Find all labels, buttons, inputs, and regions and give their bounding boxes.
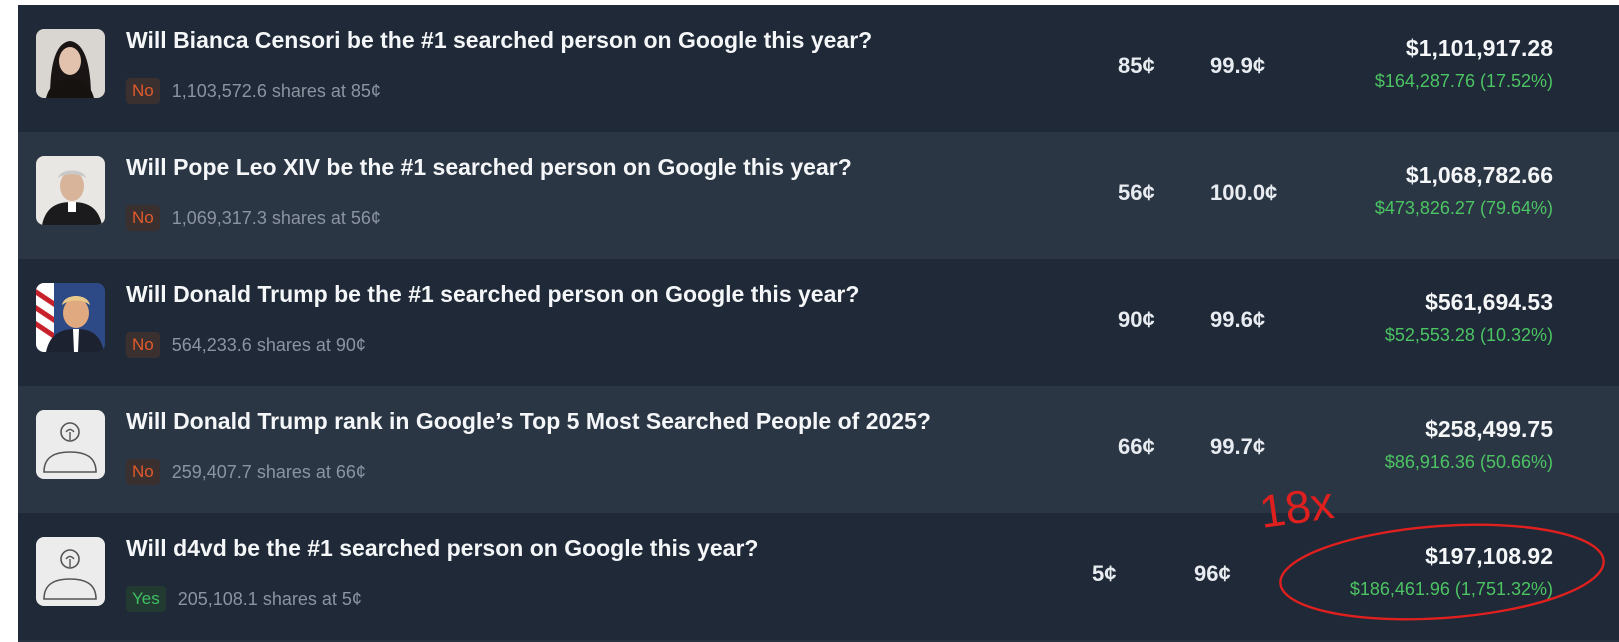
avg-price: 56¢	[1118, 180, 1155, 205]
avg-price: 90¢	[1118, 307, 1155, 332]
position-value: $1,068,782.66	[1405, 162, 1553, 188]
shares-text: 1,103,572.6 shares at 85¢	[171, 80, 381, 101]
avg-price: 85¢	[1118, 53, 1155, 78]
outcome-badge: No	[126, 205, 160, 231]
outcome-badge: No	[126, 332, 160, 358]
position-details: No 1,103,572.6 shares at 85¢	[126, 77, 381, 105]
current-price: 100.0¢	[1210, 180, 1278, 205]
shares-text: 564,233.6 shares at 90¢	[171, 334, 366, 355]
position-row[interactable]: Will d4vd be the #1 searched person on G…	[18, 513, 1619, 640]
position-row[interactable]: Will Pope Leo XIV be the #1 searched per…	[18, 132, 1619, 259]
position-row[interactable]: Will Bianca Censori be the #1 searched p…	[18, 5, 1619, 132]
bianca-censori-photo-icon	[36, 29, 105, 98]
placeholder-person-icon	[36, 537, 105, 606]
avg-price: 5¢	[1092, 561, 1117, 586]
position-value: $258,499.75	[1425, 416, 1553, 442]
position-row[interactable]: Will Donald Trump be the #1 searched per…	[18, 259, 1619, 386]
shares-text: 259,407.7 shares at 66¢	[171, 461, 366, 482]
positions-panel: Will Bianca Censori be the #1 searched p…	[18, 5, 1619, 642]
shares-text: 205,108.1 shares at 5¢	[177, 588, 362, 609]
current-price: 99.9¢	[1210, 53, 1266, 78]
current-price: 96¢	[1194, 561, 1231, 586]
current-price: 99.6¢	[1210, 307, 1266, 332]
current-price: 99.7¢	[1210, 434, 1266, 459]
position-details: No 564,233.6 shares at 90¢	[126, 331, 366, 359]
pope-leo-photo-icon	[36, 156, 105, 225]
position-details: Yes 205,108.1 shares at 5¢	[126, 585, 362, 613]
profit-loss: $186,461.96 (1,751.32%)	[1349, 579, 1553, 599]
position-value: $561,694.53	[1425, 289, 1553, 315]
donald-trump-photo-icon	[36, 283, 105, 352]
outcome-badge: No	[126, 459, 160, 485]
outcome-badge: No	[126, 78, 160, 104]
market-title[interactable]: Will Donald Trump rank in Google’s Top 5…	[126, 408, 931, 435]
market-title[interactable]: Will Pope Leo XIV be the #1 searched per…	[126, 154, 852, 181]
outcome-badge: Yes	[126, 586, 166, 612]
avg-price: 66¢	[1118, 434, 1155, 459]
shares-text: 1,069,317.3 shares at 56¢	[171, 207, 381, 228]
placeholder-person-icon	[36, 410, 105, 479]
market-title[interactable]: Will d4vd be the #1 searched person on G…	[126, 535, 758, 562]
position-value: $1,101,917.28	[1405, 35, 1553, 61]
position-row[interactable]: Will Donald Trump rank in Google’s Top 5…	[18, 386, 1619, 513]
position-details: No 1,069,317.3 shares at 56¢	[126, 204, 381, 232]
profit-loss: $164,287.76 (17.52%)	[1374, 71, 1553, 91]
profit-loss: $52,553.28 (10.32%)	[1384, 325, 1553, 345]
market-title[interactable]: Will Donald Trump be the #1 searched per…	[126, 281, 859, 308]
profit-loss: $473,826.27 (79.64%)	[1374, 198, 1553, 218]
position-value: $197,108.92	[1425, 543, 1553, 569]
market-title[interactable]: Will Bianca Censori be the #1 searched p…	[126, 27, 872, 54]
position-details: No 259,407.7 shares at 66¢	[126, 458, 366, 486]
profit-loss: $86,916.36 (50.66%)	[1384, 452, 1553, 472]
